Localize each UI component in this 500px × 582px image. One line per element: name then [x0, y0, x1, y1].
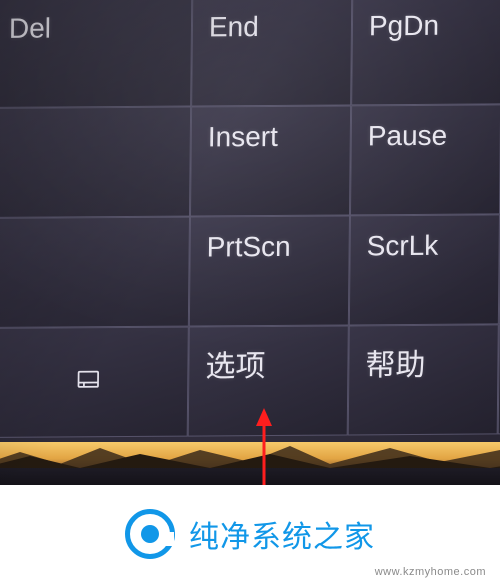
key-del[interactable]: Del	[0, 0, 192, 108]
key-scrlk[interactable]: ScrLk	[349, 214, 500, 325]
key-blank-1[interactable]	[0, 107, 191, 218]
dock-icon	[75, 366, 101, 398]
key-label: PrtScn	[207, 231, 291, 263]
key-pause[interactable]: Pause	[350, 104, 500, 215]
key-label: 选项	[205, 350, 265, 383]
key-label: PgDn	[369, 10, 439, 41]
key-label: Pause	[368, 120, 448, 152]
onscreen-keyboard-region: Del End PgDn Insert Pause	[0, 0, 500, 485]
key-label: 帮助	[365, 349, 425, 382]
watermark-footer: 纯净系统之家 www.kzmyhome.com	[0, 485, 500, 582]
osk-key-grid: Del End PgDn Insert Pause	[0, 0, 500, 438]
key-prtscn[interactable]: PrtScn	[189, 215, 350, 326]
taskbar-strip	[0, 468, 500, 485]
key-label: Del	[9, 13, 51, 44]
brand-logo-icon	[125, 509, 175, 559]
key-insert[interactable]: Insert	[190, 105, 351, 216]
screenshot-stage: { "keyboard": { "rows": [ { "col0": "Del…	[0, 0, 500, 582]
desktop-wallpaper-strip	[0, 442, 500, 470]
key-blank-2[interactable]	[0, 217, 190, 328]
brand-url: www.kzmyhome.com	[375, 566, 486, 578]
key-label: Insert	[208, 121, 278, 152]
key-options[interactable]: 选项	[188, 325, 349, 436]
key-label: End	[209, 11, 259, 42]
key-label: ScrLk	[367, 230, 439, 262]
key-pgdn[interactable]: PgDn	[351, 0, 500, 105]
brand-name: 纯净系统之家	[189, 512, 375, 556]
mountain-silhouette	[0, 442, 500, 470]
key-dock[interactable]	[0, 327, 189, 438]
key-end[interactable]: End	[191, 0, 352, 107]
key-help[interactable]: 帮助	[348, 324, 499, 435]
